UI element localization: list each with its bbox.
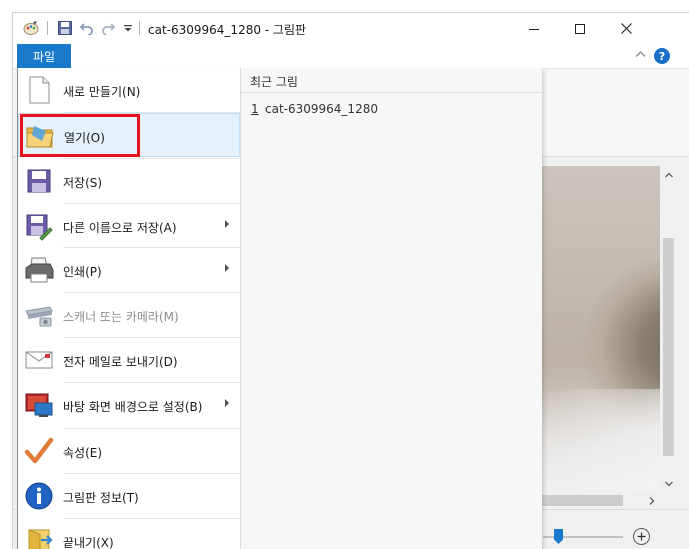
menu-print[interactable]: 인쇄(P) [18,248,240,292]
recent-item-number: 1 [251,102,259,116]
recent-title-separator [241,92,542,93]
menu-exit[interactable]: 끝내기(X) [18,519,240,549]
title-bar: cat-6309964_1280 - 그림판 [13,13,689,44]
new-file-icon [29,76,50,104]
vertical-scroll-thumb[interactable] [663,238,674,456]
menu-save[interactable]: 저장(S) [18,159,240,203]
menu-save-as[interactable]: 다른 이름으로 저장(A) [18,204,240,248]
scroll-down-icon[interactable] [660,475,677,492]
undo-icon[interactable] [79,20,95,36]
quick-save-icon[interactable] [57,20,73,36]
help-icon[interactable]: ? [654,48,670,64]
menu-label: 속성(E) [63,446,103,460]
toolbar-separator [139,21,140,35]
menu-set-desktop-background[interactable]: 바탕 화면 배경으로 설정(B) [18,383,240,427]
recent-item[interactable]: 1 cat-6309964_1280 [241,96,542,118]
ribbon-tab-row: 파일 ? [13,44,689,69]
vertical-scrollbar[interactable] [660,166,677,492]
paint-window: cat-6309964_1280 - 그림판 파일 ? 새로 만들기(N) 열기… [12,12,689,549]
recent-pictures-title: 최근 그림 [250,75,298,89]
zoom-in-icon[interactable] [633,528,650,545]
menu-about[interactable]: 그림판 정보(T) [18,474,240,518]
minimize-icon [529,28,539,30]
menu-email[interactable]: 전자 메일로 보내기(D) [18,338,240,382]
horizontal-scrollbar[interactable] [541,492,660,509]
menu-label: 인쇄(P) [63,265,102,279]
printer-icon [25,257,54,283]
window-title: cat-6309964_1280 - 그림판 [148,23,307,37]
svg-text:?: ? [659,50,665,63]
submenu-arrow-icon [225,399,229,407]
menu-label: 그림판 정보(T) [63,491,139,505]
annotation-highlight-box [20,114,140,157]
maximize-icon [575,23,585,34]
close-icon [620,23,632,34]
submenu-arrow-icon [225,220,229,228]
horizontal-scroll-thumb[interactable] [541,495,623,506]
toolbar-separator [47,21,48,35]
menu-label: 저장(S) [63,176,103,190]
info-icon [25,482,53,510]
redo-icon[interactable] [100,20,116,36]
close-button[interactable] [603,13,649,44]
menu-label: 스캐너 또는 카메라(M) [63,310,179,324]
email-icon [25,351,53,369]
minimize-button[interactable] [511,13,557,44]
paint-app-icon[interactable] [23,20,39,36]
menu-label: 다른 이름으로 저장(A) [63,221,177,235]
maximize-button[interactable] [557,13,603,44]
menu-label: 새로 만들기(N) [63,85,141,99]
submenu-arrow-icon [225,264,229,272]
menu-label: 바탕 화면 배경으로 설정(B) [63,400,203,414]
canvas-image-highlight [541,389,660,492]
menu-properties[interactable]: 속성(E) [18,429,240,473]
customize-toolbar-icon[interactable] [120,20,136,36]
exit-icon [28,529,53,549]
menu-label: 끝내기(X) [63,536,114,549]
file-tab[interactable]: 파일 [17,44,71,68]
scanner-icon [25,306,53,327]
desktop-background-icon [25,393,53,417]
recent-pictures-panel: 최근 그림 1 cat-6309964_1280 [241,68,542,549]
collapse-ribbon-icon[interactable] [635,50,646,58]
scroll-right-icon[interactable] [643,492,660,509]
save-disk-icon [27,169,51,193]
menu-label: 전자 메일로 보내기(D) [63,355,178,369]
checkmark-icon [24,437,54,464]
save-as-icon [26,214,53,241]
recent-item-name: cat-6309964_1280 [265,102,378,116]
zoom-slider-thumb[interactable] [554,529,563,544]
menu-scanner[interactable]: 스캐너 또는 카메라(M) [18,293,240,337]
menu-new[interactable]: 새로 만들기(N) [18,68,240,112]
scroll-up-icon[interactable] [660,166,677,183]
